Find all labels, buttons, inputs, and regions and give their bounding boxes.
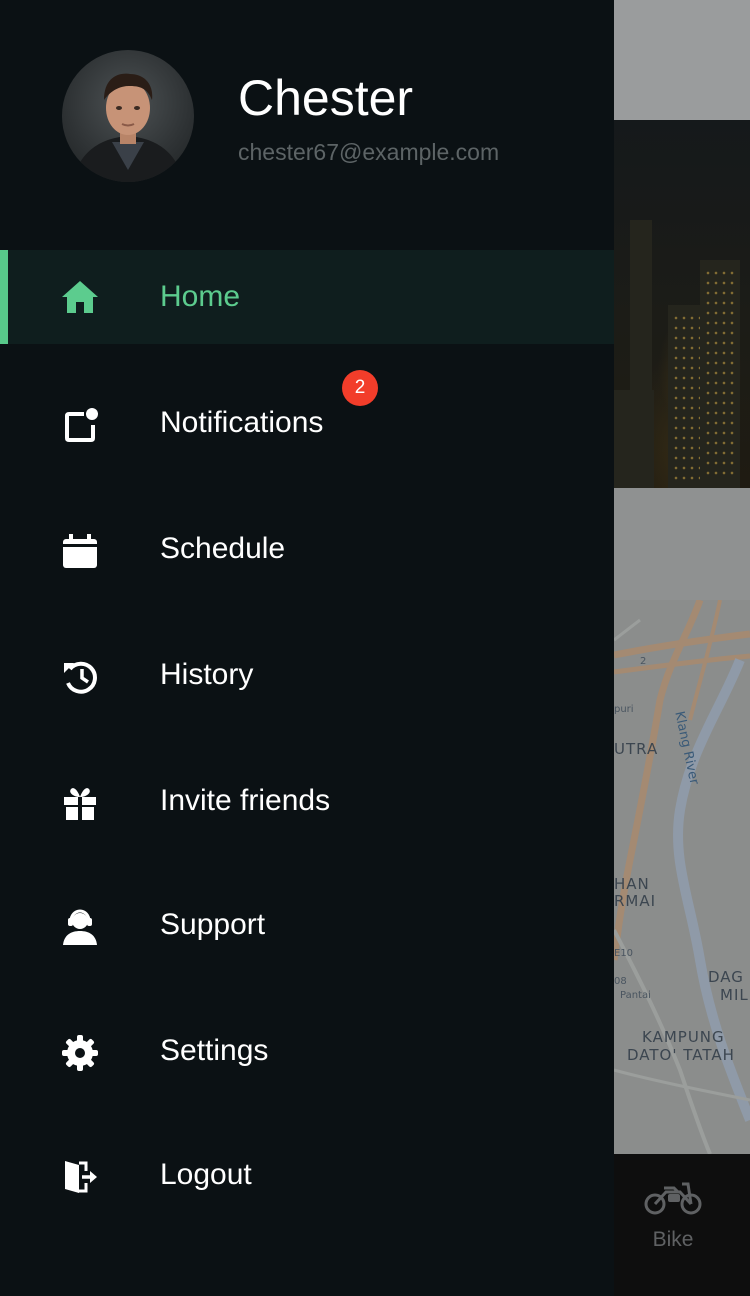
map-label: DAG bbox=[708, 968, 744, 986]
menu-item-label: Schedule bbox=[160, 532, 286, 565]
photo-building bbox=[700, 260, 740, 488]
menu-item-label: Settings bbox=[160, 1034, 269, 1067]
calendar-icon bbox=[60, 531, 100, 571]
map-label: UTRA bbox=[614, 740, 659, 758]
profile-header[interactable]: Chester chester67@example.com bbox=[0, 0, 614, 250]
map-label: puri bbox=[614, 704, 634, 715]
app-screen: 2 puri Klang River UTRA HAN RMAI E10 08 … bbox=[0, 0, 750, 1296]
history-icon bbox=[60, 657, 100, 697]
menu-item-label: Support bbox=[160, 908, 266, 941]
menu-item-label: Invite friends bbox=[160, 784, 331, 817]
menu-item-label: History bbox=[160, 658, 254, 691]
map-label: KAMPUNG bbox=[642, 1028, 725, 1046]
support-agent-icon bbox=[60, 907, 100, 947]
map-label: 08 bbox=[614, 976, 627, 987]
map-label: DATO' TATAH bbox=[627, 1046, 735, 1064]
menu-item-notifications[interactable]: Notifications 2 bbox=[0, 360, 614, 486]
gift-icon bbox=[60, 783, 100, 823]
avatar[interactable] bbox=[62, 50, 194, 182]
menu-item-invite-friends[interactable]: Invite friends bbox=[0, 738, 614, 864]
menu-item-logout[interactable]: Logout bbox=[0, 1116, 614, 1242]
menu-item-label: Logout bbox=[160, 1158, 252, 1191]
user-email: chester67@example.com bbox=[238, 139, 500, 165]
map-label: MIL bbox=[720, 986, 749, 1004]
home-icon bbox=[60, 277, 100, 317]
photo-building bbox=[614, 390, 654, 488]
bike-tab-label: Bike bbox=[652, 1228, 694, 1251]
menu-item-support[interactable]: Support bbox=[0, 864, 614, 990]
menu-item-home[interactable]: Home bbox=[0, 250, 614, 344]
notification-icon bbox=[60, 405, 100, 445]
bike-tab[interactable]: Bike bbox=[630, 1180, 716, 1280]
gear-icon bbox=[60, 1033, 100, 1073]
user-photo bbox=[72, 73, 184, 182]
menu-item-history[interactable]: History bbox=[0, 612, 614, 738]
map-label: 2 bbox=[640, 656, 647, 667]
menu-item-label: Home bbox=[160, 280, 241, 313]
user-name: Chester bbox=[238, 70, 414, 126]
navigation-drawer: Chester chester67@example.com Home Notif… bbox=[0, 0, 614, 1296]
map-label: E10 bbox=[614, 948, 634, 959]
map-label: RMAI bbox=[614, 892, 657, 910]
menu-item-schedule[interactable]: Schedule bbox=[0, 486, 614, 612]
logout-icon bbox=[60, 1157, 100, 1197]
menu-item-label: Notifications bbox=[160, 406, 324, 439]
notification-badge: 2 bbox=[342, 370, 378, 406]
map-label: Pantai bbox=[620, 990, 651, 1001]
drawer-menu: Home Notifications 2 Schedule History In… bbox=[0, 250, 614, 1242]
motorcycle-icon bbox=[644, 1182, 702, 1215]
menu-item-settings[interactable]: Settings bbox=[0, 990, 614, 1116]
map-label: HAN bbox=[614, 875, 650, 893]
